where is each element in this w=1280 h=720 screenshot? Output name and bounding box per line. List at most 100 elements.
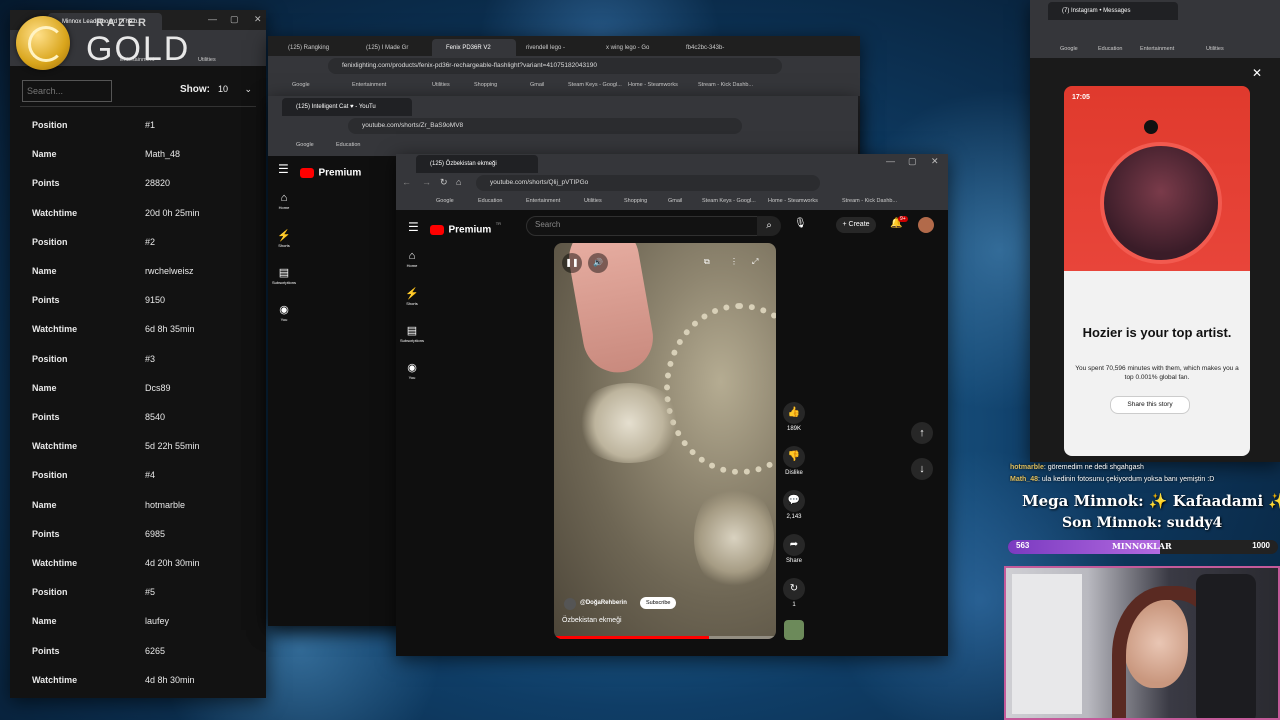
forward-icon[interactable]: → (422, 177, 431, 187)
bookmark[interactable]: Steam Keys - Googl... (702, 198, 756, 204)
volume-icon[interactable]: 🔊 (588, 253, 608, 273)
youtube-region: TR (495, 221, 502, 226)
cat-address-bar[interactable]: youtube.com/shorts/Zr_BaS9oMV8 (348, 118, 742, 134)
hamburger-icon[interactable]: ☰ (408, 220, 419, 234)
bookmark[interactable]: Shopping (624, 198, 647, 204)
mic-icon[interactable]: 🎙 (794, 218, 807, 229)
subscribe-button[interactable]: Subscribe (640, 597, 677, 609)
sidebar-item-label: Home (278, 205, 290, 210)
bookmark[interactable]: Education (336, 142, 360, 148)
sidebar-item-label: Home (406, 263, 418, 268)
bookmark[interactable]: Entertainment (1140, 46, 1174, 52)
next-short-button[interactable]: ↓ (911, 458, 933, 480)
tab[interactable]: x wing lego - Go (592, 39, 676, 57)
share-label: Share (785, 558, 802, 564)
bookmark[interactable]: Home - Steamworks (628, 82, 678, 88)
shorts-icon: ⚡ (405, 288, 419, 300)
close-icon[interactable]: ✕ (931, 156, 939, 167)
sidebar-item-subscriptions[interactable]: ▤ Subscriptions (268, 266, 304, 285)
reload-icon[interactable]: ↻ (440, 177, 448, 188)
story-frame[interactable]: 17:05 Hozier is your top artist. You spe… (1064, 86, 1250, 456)
story-time: 17:05 (1072, 94, 1090, 101)
pause-icon[interactable]: ❚❚ (562, 253, 582, 273)
like-button[interactable]: 👍 189K (779, 402, 809, 432)
shorts-video[interactable]: ❚❚ 🔊 ⧉ ⋮ ⤢ @DoğaRehberin Subscribe Özbek… (554, 243, 776, 639)
tab[interactable]: (125) Rangking (274, 39, 358, 57)
progress-track[interactable] (554, 636, 776, 639)
bookmark[interactable]: Google (436, 198, 454, 204)
comments-button[interactable]: 💬 2,143 (779, 490, 809, 520)
youtube-brand: Premium (318, 167, 362, 179)
tab[interactable]: rivendell lego - (512, 39, 596, 57)
sidebar-item-home[interactable]: ⌂ Home (268, 192, 304, 210)
sidebar-item-shorts[interactable]: ⚡ Shorts (268, 229, 304, 248)
prev-short-button[interactable]: ↑ (911, 422, 933, 444)
position-label: Position (32, 353, 68, 364)
tab[interactable]: Fenix PD36R V2 (432, 39, 516, 57)
bookmark[interactable]: Google (296, 142, 314, 148)
bookmark[interactable]: Gmail (668, 198, 682, 204)
youtube-browser-window: (125) Özbekistan ekmeği — ▢ ✕ ← → ↻ ⌂ yo… (396, 154, 948, 656)
remix-icon: ↻ (783, 578, 805, 600)
fenix-address-bar[interactable]: fenixlighting.com/products/fenix-pd36r-r… (328, 58, 782, 74)
sidebar-item-you[interactable]: ◉ You (268, 303, 304, 322)
captions-icon[interactable]: ⧉ (704, 257, 710, 267)
create-button[interactable]: + Create (836, 217, 876, 233)
bookmark[interactable]: Education (1098, 46, 1122, 52)
ig-tab[interactable]: (7) Instagram • Messages (1048, 2, 1178, 20)
chat-message: Math_48: ula kedinin fotosunu çekiyordum… (1010, 476, 1215, 483)
fullscreen-icon[interactable]: ⤢ (752, 257, 758, 267)
tab[interactable]: fb4c2bc-343b- (672, 39, 756, 57)
bookmark[interactable]: Shopping (474, 82, 497, 88)
remix-button[interactable]: ↻ 1 (779, 578, 809, 608)
avatar[interactable] (918, 217, 934, 233)
position-label: Position (32, 470, 68, 481)
bookmark[interactable]: Utilities (1206, 46, 1224, 52)
bookmark[interactable]: Education (478, 198, 502, 204)
bookmark[interactable]: Stream - Kick Dashb... (842, 198, 897, 204)
share-button[interactable]: ➦ Share (779, 534, 809, 564)
share-story-button[interactable]: Share this story (1110, 396, 1190, 414)
chat-user: Math_48 (1010, 476, 1039, 483)
bookmark[interactable]: Entertainment (352, 82, 386, 88)
bookmark[interactable]: Steam Keys - Googl... (568, 82, 622, 88)
sidebar-item-home[interactable]: ⌂ Home (396, 250, 432, 268)
bookmark[interactable]: Google (292, 82, 310, 88)
channel-avatar[interactable] (564, 598, 576, 610)
yt-search-input[interactable]: Search (526, 216, 758, 236)
home-icon[interactable]: ⌂ (456, 177, 461, 187)
yt-tab[interactable]: (125) Özbekistan ekmeği (416, 155, 538, 173)
home-icon: ⌂ (280, 192, 288, 204)
sidebar-item-subscriptions[interactable]: ▤ Subscriptions (396, 324, 432, 343)
tab[interactable]: (125) I Made Gr (352, 39, 436, 57)
bookmark[interactable]: Stream - Kick Dashb... (698, 82, 753, 88)
bookmark[interactable]: Entertainment (526, 198, 560, 204)
minimize-icon[interactable]: — (886, 156, 895, 166)
bookmark[interactable]: Utilities (584, 198, 602, 204)
hamburger-icon[interactable]: ☰ (278, 162, 289, 176)
bookmark[interactable]: Google (1060, 46, 1078, 52)
sound-thumbnail[interactable] (784, 620, 804, 640)
back-icon[interactable]: ← (402, 177, 411, 187)
close-icon[interactable]: ✕ (1252, 66, 1262, 80)
points-label: Points (32, 645, 60, 656)
more-icon[interactable]: ⋮ (730, 257, 738, 266)
bookmark[interactable]: Home - Steamworks (768, 198, 818, 204)
youtube-logo[interactable]: Premium TR (430, 221, 501, 239)
points-value: 8540 (145, 412, 166, 422)
bookmark[interactable]: Utilities (432, 82, 450, 88)
dislike-button[interactable]: 👎 Dislike (779, 446, 809, 476)
yt-address-bar[interactable]: youtube.com/shorts/Qlij_pVTIPGo (476, 175, 820, 191)
youtube-logo[interactable]: Premium (300, 164, 361, 182)
bookmark[interactable]: Gmail (530, 82, 544, 88)
sidebar-item-you[interactable]: ◉ You (396, 361, 432, 380)
sidebar-item-shorts[interactable]: ⚡ Shorts (396, 287, 432, 306)
minnok-left: 563 (1016, 541, 1030, 550)
watchtime-value: 6d 8h 35min (145, 324, 195, 335)
maximize-icon[interactable]: ▢ (908, 156, 917, 167)
cat-tab[interactable]: (125) Intelligent Cat ♥ - YouTu (282, 98, 412, 116)
story-headline: Hozier is your top artist. (1082, 325, 1232, 340)
points-label: Points (32, 528, 60, 539)
search-icon[interactable]: ⌕ (757, 216, 781, 236)
channel-name[interactable]: @DoğaRehberin (580, 600, 627, 606)
